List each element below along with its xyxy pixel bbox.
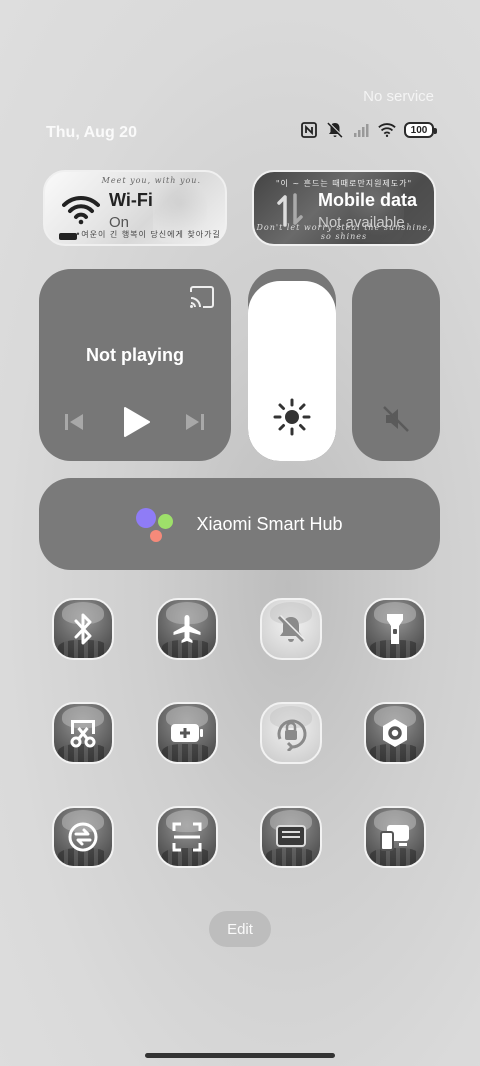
previous-icon[interactable] xyxy=(63,409,85,435)
silent-icon xyxy=(326,121,344,139)
smart-hub-card[interactable]: Xiaomi Smart Hub xyxy=(39,478,440,570)
home-indicator[interactable] xyxy=(145,1053,335,1058)
quick-toggles-grid xyxy=(52,598,428,868)
bell-off-icon xyxy=(277,614,306,643)
nfc-icon xyxy=(300,121,318,139)
toggle-battery-saver[interactable] xyxy=(156,702,218,764)
toggle-silent-mode[interactable] xyxy=(260,598,322,660)
edit-button[interactable]: Edit xyxy=(209,911,271,947)
toggle-rotation-lock[interactable] xyxy=(260,702,322,764)
wifi-tile-tagline: •여운이 긴 행복이 당신에게 찾아가길. xyxy=(75,230,225,239)
mobile-tile-tagline: Don't let worry steal the sunshine, so s… xyxy=(256,223,432,241)
volume-slider[interactable] xyxy=(352,269,440,461)
toggle-flashlight[interactable] xyxy=(364,598,426,660)
play-icon[interactable] xyxy=(121,405,151,439)
battery-icon: 100 xyxy=(404,122,437,138)
hexagon-settings-icon xyxy=(383,719,407,747)
brightness-slider[interactable] xyxy=(248,269,336,461)
playback-status: Not playing xyxy=(86,345,184,365)
toggle-screen-recorder[interactable] xyxy=(260,806,322,868)
toggle-airplane-mode[interactable] xyxy=(156,598,218,660)
date-label: Thu, Aug 20 xyxy=(46,124,137,141)
smart-hub-label: Xiaomi Smart Hub xyxy=(196,513,343,534)
carrier-status: No service xyxy=(363,88,434,105)
flashlight-icon xyxy=(387,614,403,644)
recorder-icon xyxy=(276,825,306,847)
wifi-title: Wi-Fi xyxy=(109,190,153,210)
airplane-icon xyxy=(173,615,201,643)
status-icons: 100 xyxy=(300,121,437,139)
mobile-tile-caption: "이 ~ 흔드는 때때로만지원제도가" xyxy=(275,179,413,188)
toggle-cast[interactable] xyxy=(364,806,426,868)
next-icon[interactable] xyxy=(184,409,206,435)
toggle-scanner[interactable] xyxy=(156,806,218,868)
sun-icon xyxy=(272,397,312,437)
scissors-icon xyxy=(70,720,96,748)
signal-icon xyxy=(352,121,370,139)
cast-icon[interactable] xyxy=(189,286,215,308)
bluetooth-icon xyxy=(74,613,92,645)
sync-icon xyxy=(68,822,98,852)
media-player-card[interactable]: Not playing xyxy=(39,269,231,461)
wifi-icon xyxy=(61,192,101,228)
battery-plus-icon xyxy=(171,724,203,742)
rotation-lock-icon xyxy=(277,719,307,751)
smart-hub-logo-icon xyxy=(136,504,176,544)
volume-mute-icon xyxy=(380,403,412,435)
devices-icon xyxy=(380,825,409,851)
wifi-icon xyxy=(378,121,396,139)
toggle-data-saver[interactable] xyxy=(52,806,114,868)
scan-icon xyxy=(172,822,202,852)
toggle-settings[interactable] xyxy=(364,702,426,764)
toggle-bluetooth[interactable] xyxy=(52,598,114,660)
toggle-screenshot[interactable] xyxy=(52,702,114,764)
wifi-tile[interactable]: Meet you, with you. Wi-Fi On •여운이 긴 행복이 … xyxy=(43,170,227,246)
mobile-data-title: Mobile data xyxy=(318,190,418,210)
wifi-tile-caption: Meet you, with you. xyxy=(101,176,201,185)
mobile-data-tile[interactable]: "이 ~ 흔드는 때때로만지원제도가" Mobile data Not avai… xyxy=(252,170,436,246)
